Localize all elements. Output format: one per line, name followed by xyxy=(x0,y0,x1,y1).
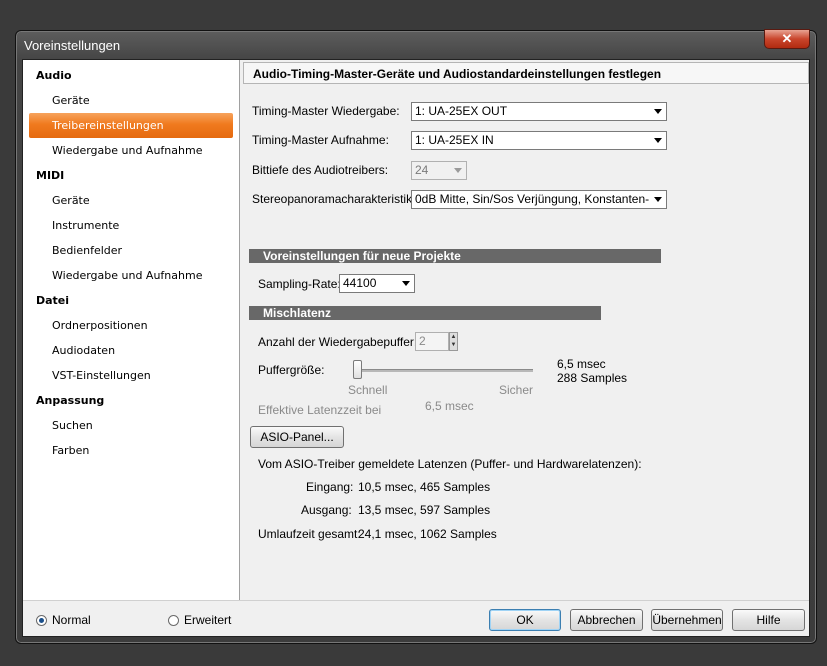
sidebar-item-label: Instrumente xyxy=(52,219,120,232)
slider-label-safe: Sicher xyxy=(499,383,534,397)
close-button[interactable]: ✕ xyxy=(764,29,810,49)
sidebar-item-label: Geräte xyxy=(52,194,90,207)
sidebar-item-midi-playback-recording[interactable]: Wiedergabe und Aufnahme xyxy=(29,263,233,288)
sampling-rate-select[interactable]: 44100 xyxy=(339,274,415,293)
sidebar-item-label: Farben xyxy=(52,444,90,457)
stereo-pan-label: Stereopanoramacharakteristik: xyxy=(252,192,416,206)
sidebar-item-label: Wiedergabe und Aufnahme xyxy=(52,269,203,282)
arrow-up-icon[interactable]: ▲ xyxy=(450,333,457,341)
close-icon: ✕ xyxy=(781,31,793,46)
preferences-window: Voreinstellungen ✕ Audio Geräte Treibere… xyxy=(15,29,817,644)
ok-button[interactable]: OK xyxy=(489,609,561,631)
buffer-size-track[interactable] xyxy=(355,369,533,372)
sidebar-item-audio-data[interactable]: Audiodaten xyxy=(29,338,233,363)
timing-playback-value: 1: UA-25EX OUT xyxy=(415,104,508,118)
bitdepth-label: Bittiefe des Audiotreibers: xyxy=(252,163,389,177)
chevron-down-icon xyxy=(654,197,662,202)
stereo-pan-select[interactable]: 0dB Mitte, Sin/Sos Verjüngung, Konstante… xyxy=(411,190,667,209)
cancel-button[interactable]: Abbrechen xyxy=(570,609,643,631)
sidebar: Audio Geräte Treibereinstellungen Wieder… xyxy=(23,60,240,600)
sidebar-item-label: Bedienfelder xyxy=(52,244,123,257)
input-latency-label: Eingang: xyxy=(306,480,354,494)
sidebar-item-label: Suchen xyxy=(52,419,93,432)
output-latency-label: Ausgang: xyxy=(301,503,352,517)
sidebar-group-file[interactable]: Datei xyxy=(36,288,69,313)
sidebar-item-label: Geräte xyxy=(52,94,90,107)
mode-extended-radio[interactable] xyxy=(168,615,179,626)
arrow-down-icon[interactable]: ▼ xyxy=(450,341,457,349)
slider-label-fast: Schnell xyxy=(348,383,388,397)
window-title: Voreinstellungen xyxy=(24,38,121,53)
sampling-rate-value: 44100 xyxy=(343,276,377,290)
mode-normal-label[interactable]: Normal xyxy=(52,613,91,627)
sidebar-item-search[interactable]: Suchen xyxy=(29,413,233,438)
sidebar-item-audio-devices[interactable]: Geräte xyxy=(29,88,233,113)
asio-panel-button[interactable]: ASIO-Panel... xyxy=(250,426,344,448)
sidebar-item-label: Treibereinstellungen xyxy=(52,119,164,132)
sidebar-item-label: VST-Einstellungen xyxy=(52,369,151,382)
roundtrip-latency-value: 24,1 msec, 1062 Samples xyxy=(358,527,497,541)
sidebar-item-control-surfaces[interactable]: Bedienfelder xyxy=(29,238,233,263)
effective-latency-value: 6,5 msec xyxy=(425,399,474,413)
mode-extended-label[interactable]: Erweitert xyxy=(184,613,231,627)
sidebar-item-label: Wiedergabe und Aufnahme xyxy=(52,144,203,157)
buffer-size-label: Puffergröße: xyxy=(258,363,325,377)
help-button[interactable]: Hilfe xyxy=(732,609,805,631)
sidebar-item-colors[interactable]: Farben xyxy=(29,438,233,463)
reported-latency-label: Vom ASIO-Treiber gemeldete Latenzen (Puf… xyxy=(258,457,642,471)
sidebar-group-audio[interactable]: Audio xyxy=(36,63,72,88)
bitdepth-value: 24 xyxy=(415,163,429,177)
sidebar-item-instruments[interactable]: Instrumente xyxy=(29,213,233,238)
buffer-size-msec: 6,5 msec xyxy=(557,357,606,371)
sidebar-item-vst-settings[interactable]: VST-Einstellungen xyxy=(29,363,233,388)
panel-header: Audio-Timing-Master-Geräte und Audiostan… xyxy=(243,62,809,84)
roundtrip-latency-label: Umlaufzeit gesamt: xyxy=(258,527,361,541)
buffer-count-stepper[interactable]: ▲ ▼ xyxy=(449,332,458,351)
chevron-down-icon xyxy=(454,168,462,173)
sidebar-group-customization[interactable]: Anpassung xyxy=(36,388,104,413)
buffer-count-label: Anzahl der Wiedergabepuffer: xyxy=(258,335,418,349)
timing-playback-label: Timing-Master Wiedergabe: xyxy=(252,104,400,118)
sidebar-item-audio-playback-recording[interactable]: Wiedergabe und Aufnahme xyxy=(29,138,233,163)
buffer-count-input[interactable]: 2 xyxy=(415,332,449,351)
buffer-size-samples: 288 Samples xyxy=(557,371,628,385)
timing-record-value: 1: UA-25EX IN xyxy=(415,133,494,147)
chevron-down-icon xyxy=(402,281,410,286)
input-latency-value: 10,5 msec, 465 Samples xyxy=(358,480,491,494)
dialog-client: Audio Geräte Treibereinstellungen Wieder… xyxy=(22,59,810,637)
sidebar-item-folder-locations[interactable]: Ordnerpositionen xyxy=(29,313,233,338)
apply-button[interactable]: Übernehmen xyxy=(651,609,723,631)
stereo-pan-value: 0dB Mitte, Sin/Sos Verjüngung, Konstante… xyxy=(415,192,650,206)
chevron-down-icon xyxy=(654,109,662,114)
sidebar-item-label: Ordnerpositionen xyxy=(52,319,148,332)
sidebar-group-midi[interactable]: MIDI xyxy=(36,163,64,188)
timing-playback-select[interactable]: 1: UA-25EX OUT xyxy=(411,102,667,121)
timing-record-label: Timing-Master Aufnahme: xyxy=(252,133,389,147)
bitdepth-select[interactable]: 24 xyxy=(411,161,467,180)
dialog-footer: Normal Erweitert OK Abbrechen Übernehmen… xyxy=(23,600,809,637)
sidebar-item-label: Audiodaten xyxy=(52,344,116,357)
sampling-rate-label: Sampling-Rate: xyxy=(258,277,341,291)
new-projects-section: Voreinstellungen für neue Projekte xyxy=(249,249,661,263)
sidebar-item-driver-settings[interactable]: Treibereinstellungen xyxy=(29,113,233,138)
chevron-down-icon xyxy=(654,138,662,143)
timing-record-select[interactable]: 1: UA-25EX IN xyxy=(411,131,667,150)
output-latency-value: 13,5 msec, 597 Samples xyxy=(358,503,491,517)
mode-normal-radio[interactable] xyxy=(36,615,47,626)
buffer-size-slider[interactable] xyxy=(353,360,362,379)
title-bar[interactable]: Voreinstellungen ✕ xyxy=(16,29,816,59)
effective-latency-label: Effektive Latenzzeit bei xyxy=(258,403,382,417)
sidebar-item-midi-devices[interactable]: Geräte xyxy=(29,188,233,213)
settings-panel: Audio-Timing-Master-Geräte und Audiostan… xyxy=(243,60,809,600)
mix-latency-section: Mischlatenz xyxy=(249,306,601,320)
